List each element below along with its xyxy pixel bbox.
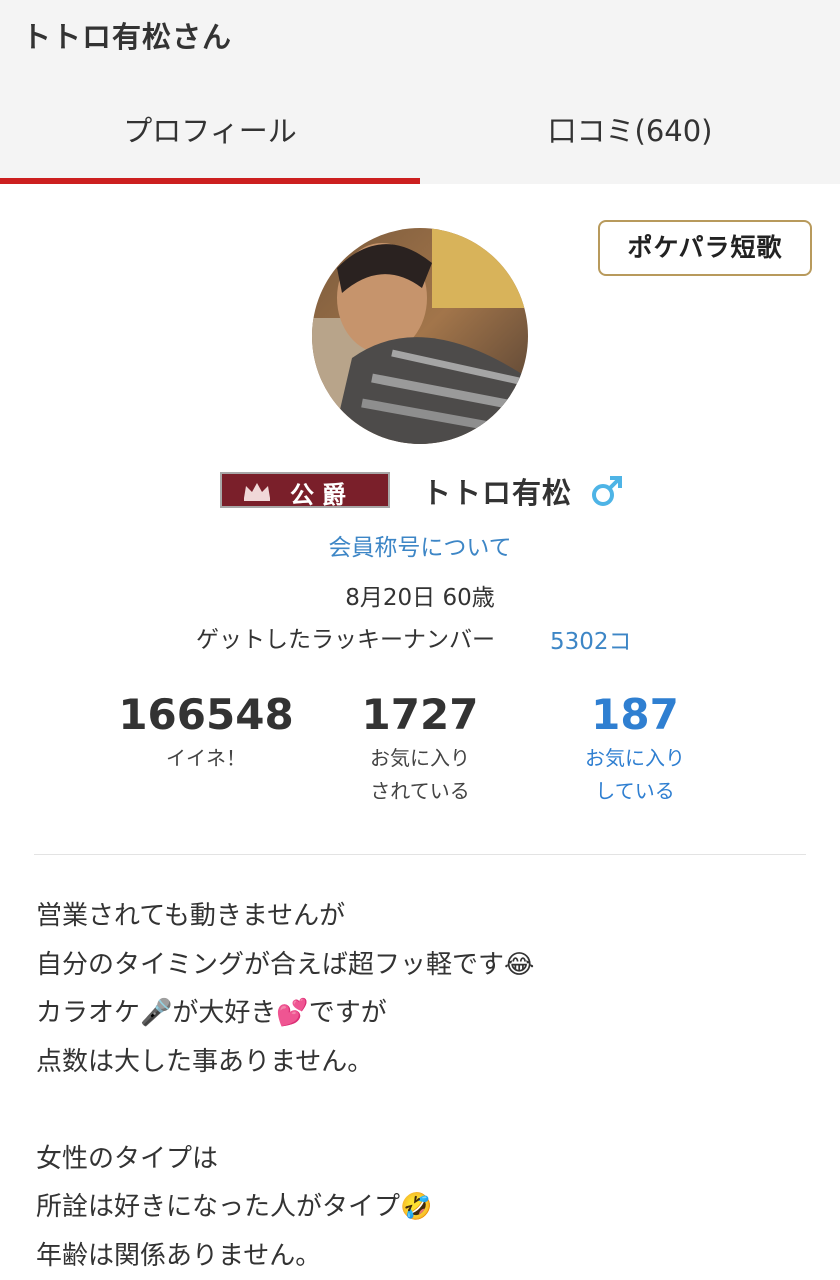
male-icon: [590, 474, 624, 508]
avatar-photo: [312, 228, 528, 444]
rank-title: 公爵: [290, 475, 354, 510]
user-name: トトロ有松: [422, 470, 572, 512]
favoriting-count[interactable]: 187: [515, 690, 755, 740]
divider: [34, 854, 806, 855]
microphone-emoji-icon: 🎤: [140, 998, 172, 1028]
rolling-laughing-emoji-icon: 🤣: [400, 1192, 432, 1222]
rank-badge: 公爵: [220, 472, 390, 508]
stat-likes: 166548 イイネ！: [86, 690, 326, 775]
favorited-label-line1: お気に入り: [300, 742, 540, 775]
bio-text: 営業されても動きませんが 自分のタイミングが合えば超フッ軽です😂 カラオケ🎤が大…: [36, 892, 816, 1280]
favoriting-label-line2[interactable]: している: [515, 775, 755, 808]
bio-line: [36, 1086, 816, 1135]
favoriting-label-line1[interactable]: お気に入り: [515, 742, 755, 775]
stat-favoriting[interactable]: 187 お気に入り している: [515, 690, 755, 808]
bio-line: 自分のタイミングが合えば超フッ軽です😂: [36, 941, 816, 990]
favorited-count: 1727: [300, 690, 540, 740]
member-title-link[interactable]: 会員称号について: [0, 528, 840, 562]
bio-line: 営業されても動きませんが: [36, 892, 816, 941]
bio-line: 女性のタイプは: [36, 1135, 816, 1184]
bio-line: 点数は大した事ありません。: [36, 1038, 816, 1087]
crown-icon: [242, 480, 272, 502]
bio-line: 年齢は関係ありません。: [36, 1232, 816, 1280]
bio-line: 所詮は好きになった人がタイプ🤣: [36, 1183, 816, 1232]
page-title: トトロ有松さん: [22, 14, 232, 56]
laughing-tears-emoji-icon: 😂: [504, 950, 534, 980]
avatar[interactable]: [312, 228, 528, 444]
active-tab-indicator: [0, 178, 420, 184]
likes-label: イイネ！: [86, 742, 326, 775]
tab-reviews[interactable]: 口コミ(640): [420, 108, 840, 150]
bio-line: カラオケ🎤が大好き💕ですが: [36, 989, 816, 1038]
favorited-label-line2: されている: [300, 775, 540, 808]
header-bar: トトロ有松さん プロフィール 口コミ(640): [0, 0, 840, 184]
stat-favorited: 1727 お気に入り されている: [300, 690, 540, 808]
tanka-button[interactable]: ポケパラ短歌: [598, 220, 812, 276]
tab-profile[interactable]: プロフィール: [0, 108, 420, 150]
likes-count: 166548: [86, 690, 326, 740]
birthday-age: 8月20日 60歳: [0, 578, 840, 612]
lucky-number-label: ゲットしたラッキーナンバー: [196, 620, 495, 654]
two-hearts-emoji-icon: 💕: [276, 998, 308, 1028]
lucky-number-link[interactable]: 5302コ: [550, 622, 632, 656]
